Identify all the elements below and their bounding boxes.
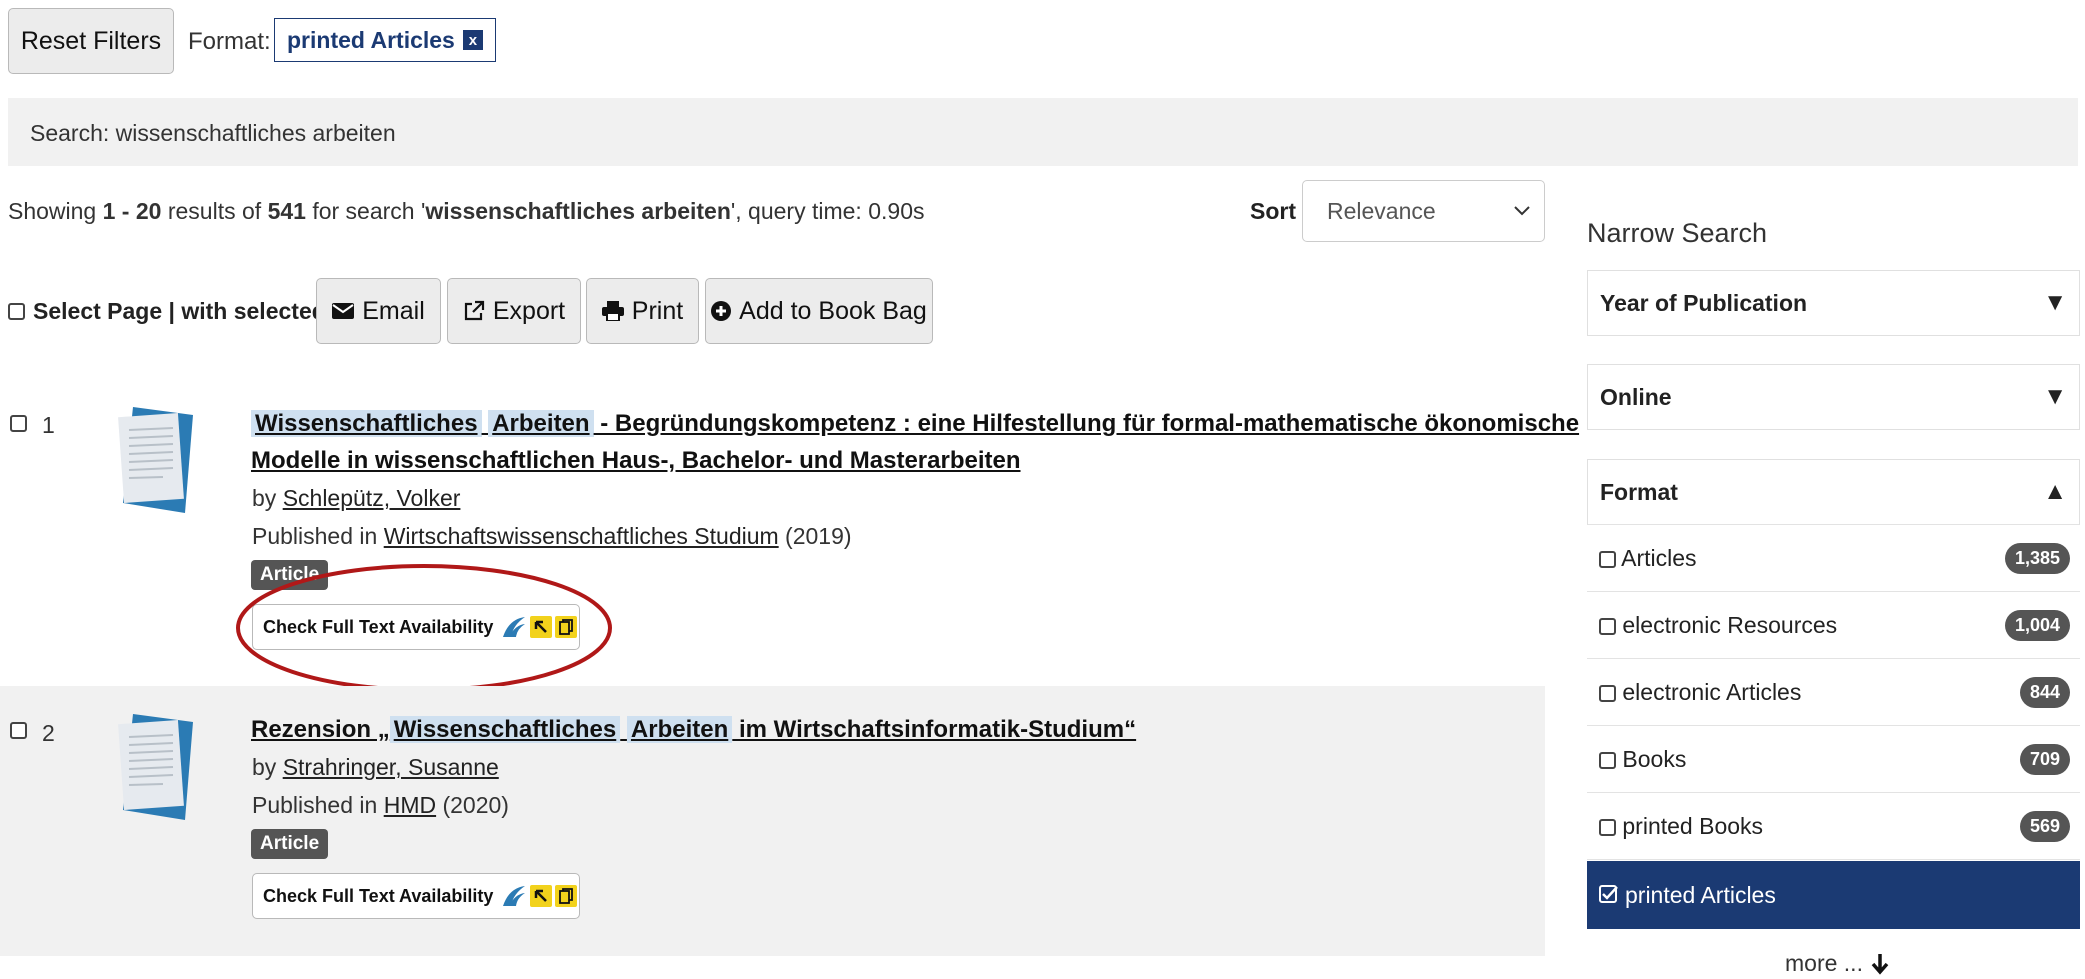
format-filter-label: Format: [188, 28, 271, 55]
facet-item-printed-books[interactable]: printed Books 569 [1587, 794, 2080, 860]
plus-circle-icon [711, 301, 732, 321]
print-button[interactable]: Print [586, 278, 699, 344]
author-link[interactable]: Schlepütz, Volker [283, 485, 461, 511]
arrow-down-icon [1871, 953, 1889, 975]
checked-checkbox-icon [1599, 885, 1618, 903]
copy-document-icon [555, 885, 578, 907]
result-number: 1 [42, 412, 55, 438]
journal-link[interactable]: Wirtschaftswissenschaftliches Studium [384, 523, 779, 549]
format-badge: Article [251, 829, 329, 859]
result-published-line: Published in HMD (2020) [252, 792, 509, 818]
email-button[interactable]: Email [316, 278, 441, 344]
reset-filters-label: Reset Filters [20, 26, 162, 55]
export-button[interactable]: Export [447, 278, 581, 344]
annotation-ellipse [236, 564, 612, 692]
facet-format[interactable]: Format ▲ [1587, 459, 2080, 525]
chevron-down-icon [1514, 206, 1530, 216]
sidebar-heading: Narrow Search [1587, 218, 1768, 248]
journal-link[interactable]: HMD [384, 792, 436, 818]
result-title-link[interactable]: Rezension „ Wissenschaftliches Arbeiten i… [251, 711, 1136, 748]
facet-year-of-publication[interactable]: Year of Publication ▼ [1587, 270, 2080, 336]
more-link[interactable]: more ... [1785, 950, 1889, 977]
facet-count: 844 [2019, 677, 2070, 708]
add-to-book-bag-button[interactable]: Add to Book Bag [705, 278, 933, 344]
result-title-link[interactable]: Wissenschaftliches Arbeiten - Begründung… [251, 405, 1579, 479]
facet-online[interactable]: Online ▼ [1587, 364, 2080, 430]
select-page-checkbox[interactable] [8, 303, 25, 320]
facet-count: 1,385 [2004, 543, 2070, 574]
result-author-line: by Strahringer, Susanne [252, 754, 499, 780]
sort-label: Sort [1250, 198, 1296, 224]
printer-icon [601, 301, 624, 321]
results-summary: Showing 1 - 20 results of 541 for search… [8, 198, 925, 224]
result-number: 2 [42, 720, 55, 746]
facet-count: 569 [2019, 811, 2070, 842]
select-page-control[interactable]: Select Page | with selected: [8, 298, 333, 325]
result-checkbox[interactable] [10, 722, 27, 739]
author-link[interactable]: Strahringer, Susanne [283, 754, 499, 780]
facet-count: 1,004 [2004, 610, 2070, 641]
result-published-line: Published in Wirtschaftswissenschaftlich… [252, 523, 852, 549]
select-page-label: Select Page | with selected: [33, 298, 334, 324]
facet-item-books[interactable]: Books 709 [1587, 727, 2080, 793]
check-full-text-button[interactable]: Check Full Text Availability [252, 873, 580, 919]
library-logo-icon [503, 886, 526, 906]
search-summary-text: Search: wissenschaftliches arbeiten [30, 120, 396, 146]
facet-item-articles[interactable]: Articles 1,385 [1587, 526, 2080, 592]
format-filter-value: printed Articles [287, 26, 455, 53]
sort-select[interactable]: Relevance [1302, 180, 1545, 242]
facet-item-printed-articles[interactable]: printed Articles [1587, 861, 2080, 929]
document-thumbnail-icon [118, 714, 193, 820]
facet-count: 709 [2019, 744, 2070, 775]
result-author-line: by Schlepütz, Volker [252, 485, 461, 511]
sort-selected-value: Relevance [1327, 197, 1436, 224]
triangle-down-icon: ▼ [2043, 383, 2067, 410]
format-filter-chip[interactable]: printed Articles x [274, 18, 496, 62]
triangle-up-icon: ▲ [2043, 478, 2067, 505]
triangle-down-icon: ▼ [2043, 289, 2067, 316]
reset-filters-button[interactable]: Reset Filters [8, 8, 174, 74]
arrow-link-icon [530, 885, 553, 907]
facet-item-electronic-resources[interactable]: electronic Resources 1,004 [1587, 593, 2080, 659]
facet-item-electronic-articles[interactable]: electronic Articles 844 [1587, 660, 2080, 726]
envelope-icon [332, 303, 355, 319]
result-checkbox[interactable] [10, 415, 27, 432]
external-link-icon [464, 300, 484, 321]
remove-filter-icon[interactable]: x [462, 30, 483, 50]
document-thumbnail-icon [118, 407, 193, 513]
